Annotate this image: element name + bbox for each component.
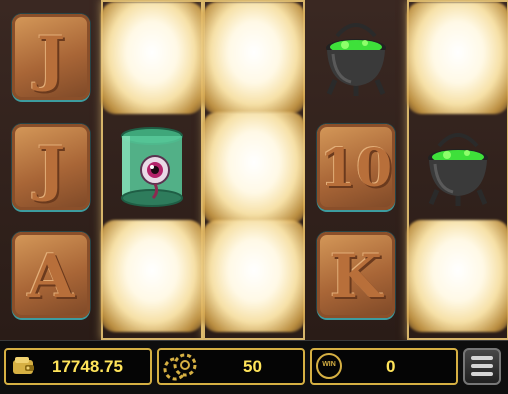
symbol-cell: J <box>6 118 96 218</box>
glowing-symbol <box>407 220 508 332</box>
balance-panel: 17748.75 <box>4 348 152 385</box>
cauldron-icon <box>428 133 488 206</box>
glowing-symbol <box>101 220 203 332</box>
hamburger-menu-icon <box>471 356 493 360</box>
wallet-icon <box>13 357 34 374</box>
glowing-symbol <box>101 2 203 114</box>
win-panel: WIN 0 <box>310 348 458 385</box>
reel-1: J J A <box>0 0 102 340</box>
bottom-bar: 17748.75 50 WIN 0 <box>0 340 508 394</box>
glowing-symbol <box>203 2 305 114</box>
symbol-cell: K <box>311 226 401 326</box>
bet-panel[interactable]: 50 <box>157 348 305 385</box>
symbol-letter: J <box>36 134 66 204</box>
chip-stack-icon <box>163 353 197 381</box>
glowing-symbol <box>203 112 305 224</box>
menu-button[interactable] <box>463 348 501 385</box>
symbol-cell <box>413 118 503 218</box>
symbol-cell <box>203 112 305 224</box>
symbol-cell <box>407 2 508 114</box>
reel-3 <box>203 0 305 340</box>
symbol-tile: 10 <box>317 124 395 210</box>
symbol-tile: J <box>12 124 90 210</box>
symbol-letter: 10 <box>319 138 393 199</box>
symbol-cell <box>101 220 203 332</box>
win-badge-icon: WIN <box>316 353 342 379</box>
reel-5 <box>407 0 508 340</box>
bet-value: 50 <box>243 357 262 376</box>
symbol-cell: 10 <box>311 118 401 218</box>
symbol-letter: J <box>36 24 66 94</box>
hamburger-line <box>471 372 493 376</box>
symbol-cell <box>101 2 203 114</box>
balance-value: 17748.75 <box>52 357 123 376</box>
symbol-cell: A <box>6 226 96 326</box>
cauldron-icon <box>326 23 386 96</box>
slot-reels: J J A 10 K <box>0 0 508 340</box>
reel-4: 10 K <box>305 0 407 340</box>
glowing-symbol <box>407 2 508 114</box>
symbol-cell <box>203 2 305 114</box>
eyeball-jar-icon <box>121 127 183 207</box>
symbol-cell <box>311 8 401 108</box>
symbol-letter: A <box>27 242 75 312</box>
symbol-cell <box>107 118 197 218</box>
glowing-symbol <box>203 220 305 332</box>
symbol-cell: J <box>6 8 96 108</box>
symbol-tile: A <box>12 232 90 318</box>
win-value: 0 <box>386 357 396 376</box>
reel-2 <box>101 0 203 340</box>
symbol-tile: J <box>12 14 90 100</box>
hamburger-line <box>471 364 493 368</box>
symbol-cell <box>203 220 305 332</box>
symbol-cell <box>407 220 508 332</box>
symbol-tile: K <box>317 232 395 318</box>
symbol-letter: K <box>329 242 383 312</box>
win-badge-label: WIN <box>322 361 336 368</box>
